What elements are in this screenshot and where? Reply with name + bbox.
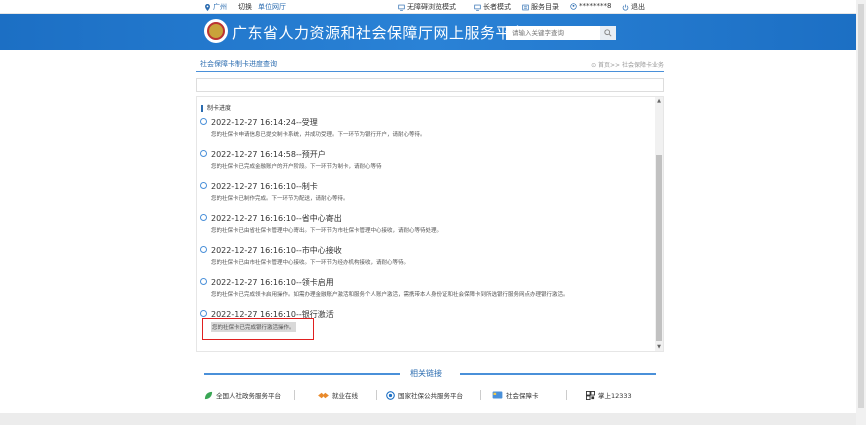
- timeline-dot-icon: [200, 278, 207, 285]
- emblem-logo: [204, 19, 228, 43]
- footer-bar: [0, 413, 856, 425]
- highlight-annotation: [202, 318, 314, 340]
- divider: [204, 373, 400, 375]
- related-links-title: 相关链接: [410, 369, 442, 378]
- emblem-icon: [386, 390, 395, 400]
- entry-head: 2022-12-27 16:14:58--预开户: [211, 150, 326, 159]
- unit-hall-link[interactable]: 单位网厅: [258, 2, 286, 12]
- entry-head: 2022-12-27 16:16:10--领卡启用: [211, 278, 334, 287]
- search-input[interactable]: [506, 26, 600, 40]
- home-icon: ⊙: [591, 62, 599, 69]
- page-scroll-thumb[interactable]: [858, 4, 864, 408]
- timeline-dot-icon: [200, 214, 207, 221]
- entry-head: 2022-12-27 16:14:24--受理: [211, 118, 318, 127]
- divider: [376, 390, 377, 400]
- qrcode-icon: [586, 390, 595, 400]
- progress-panel[interactable]: 制卡进度 2022-12-27 16:14:24--受理 您的社保卡申请信息已提…: [196, 96, 664, 352]
- related-link-employment[interactable]: 就业在线: [318, 390, 358, 400]
- entry-desc: 您的社保卡已由市社保卡管理中心接收。下一环节为经办机构接收，请耐心等待。: [211, 260, 410, 266]
- location-text: 广州: [213, 3, 227, 11]
- monitor-icon: [474, 4, 481, 11]
- location-pin-icon: [205, 3, 210, 11]
- link-label: 国家社保公共服务平台: [398, 392, 463, 400]
- search-button[interactable]: [600, 26, 616, 40]
- catalog-icon: [522, 4, 529, 10]
- entry-desc: 您的社保卡已完成金融账户的开户阶段。下一环节为制卡，请耐心等待: [211, 164, 382, 170]
- related-links: 全国人社政务服务平台 就业在线 国家社保公共服务平台 社会保障卡 掌上12333: [204, 390, 656, 402]
- section-label: 制卡进度: [201, 105, 231, 112]
- logout-text: 退出: [631, 3, 645, 11]
- breadcrumb[interactable]: ⊙ 首页>> 社会保障卡业务: [591, 60, 664, 69]
- entry-head: 2022-12-27 16:16:10--制卡: [211, 182, 318, 191]
- link-label: 全国人社政务服务平台: [216, 392, 281, 400]
- accessible-mode-link[interactable]: 无障碍浏览模式: [398, 2, 456, 12]
- accessible-mode-text: 无障碍浏览模式: [407, 3, 456, 11]
- scroll-thumb[interactable]: [656, 155, 662, 341]
- link-label: 就业在线: [332, 392, 358, 400]
- switch-text: 切换: [238, 3, 252, 11]
- related-link-ss-card[interactable]: 社会保障卡: [492, 390, 539, 400]
- timeline-dot-icon: [200, 150, 207, 157]
- entry-desc: 您的社保卡申请信息已提交制卡系统，并成功受理。下一环节为银行开户，请耐心等待。: [211, 132, 426, 138]
- query-area: [196, 78, 664, 92]
- monitor-icon: [398, 4, 405, 11]
- scroll-down-icon[interactable]: ▼: [656, 344, 662, 350]
- entry-desc: 您的社保卡已完成领卡启用操作。如需办理金融账户激活和服务个人账户激活，需携带本人…: [211, 292, 569, 298]
- page-header: 社会保障卡制卡进度查询 ⊙ 首页>> 社会保障卡业务: [196, 56, 664, 72]
- timeline-dot-icon: [200, 310, 207, 317]
- service-catalog-text: 服务目录: [531, 3, 559, 11]
- related-link-mohrss[interactable]: 全国人社政务服务平台: [204, 390, 281, 400]
- leaf-icon: [204, 391, 213, 399]
- entry-head: 2022-12-27 16:16:10--省中心寄出: [211, 214, 342, 223]
- related-link-social-security[interactable]: 国家社保公共服务平台: [386, 390, 463, 400]
- logout-link[interactable]: 退出: [622, 2, 645, 12]
- divider: [480, 390, 481, 400]
- related-link-12333[interactable]: 掌上12333: [586, 390, 632, 400]
- header-banner: 广东省人力资源和社会保障厅网上服务平台: [0, 14, 856, 50]
- entry-desc: 您的社保卡已由省社保卡管理中心寄出。下一环节为市社保卡管理中心接收，请耐心等待处…: [211, 228, 443, 234]
- user-name-text: ********8: [579, 2, 612, 10]
- site-title: 广东省人力资源和社会保障厅网上服务平台: [232, 24, 527, 42]
- page-scrollbar[interactable]: [856, 0, 866, 425]
- entry-head: 2022-12-27 16:16:10--市中心接收: [211, 246, 342, 255]
- related-links-header: 相关链接: [204, 368, 656, 380]
- user-account[interactable]: ********8: [570, 2, 611, 10]
- user-icon: [570, 2, 577, 10]
- timeline-dot-icon: [200, 246, 207, 253]
- location-selector[interactable]: 广州: [204, 2, 227, 12]
- link-label: 掌上12333: [598, 392, 632, 400]
- elder-mode-text: 长者模式: [483, 3, 511, 11]
- divider: [294, 390, 295, 400]
- breadcrumb-text: 首页>> 社会保障卡业务: [598, 62, 664, 69]
- divider: [566, 390, 567, 400]
- divider: [460, 373, 656, 375]
- scroll-up-icon[interactable]: ▲: [656, 98, 662, 104]
- switch-location-link[interactable]: 切换: [238, 2, 252, 12]
- timeline-dot-icon: [200, 182, 207, 189]
- link-label: 社会保障卡: [506, 392, 539, 400]
- search-icon: [604, 29, 612, 37]
- panel-scrollbar[interactable]: ▲ ▼: [655, 97, 663, 351]
- elder-mode-link[interactable]: 长者模式: [474, 2, 511, 12]
- entry-desc: 您的社保卡已制作完成。下一环节为配送，请耐心等待。: [211, 196, 349, 202]
- top-utility-bar: 广州 切换 单位网厅 无障碍浏览模式 长者模式 服务目录 ********8 退…: [0, 0, 856, 14]
- page-title: 社会保障卡制卡进度查询: [200, 60, 277, 68]
- power-icon: [622, 4, 629, 11]
- service-catalog-link[interactable]: 服务目录: [522, 2, 559, 12]
- handshake-icon: [318, 392, 329, 398]
- unit-hall-text: 单位网厅: [258, 3, 286, 11]
- card-icon: [492, 391, 503, 399]
- timeline-dot-icon: [200, 118, 207, 125]
